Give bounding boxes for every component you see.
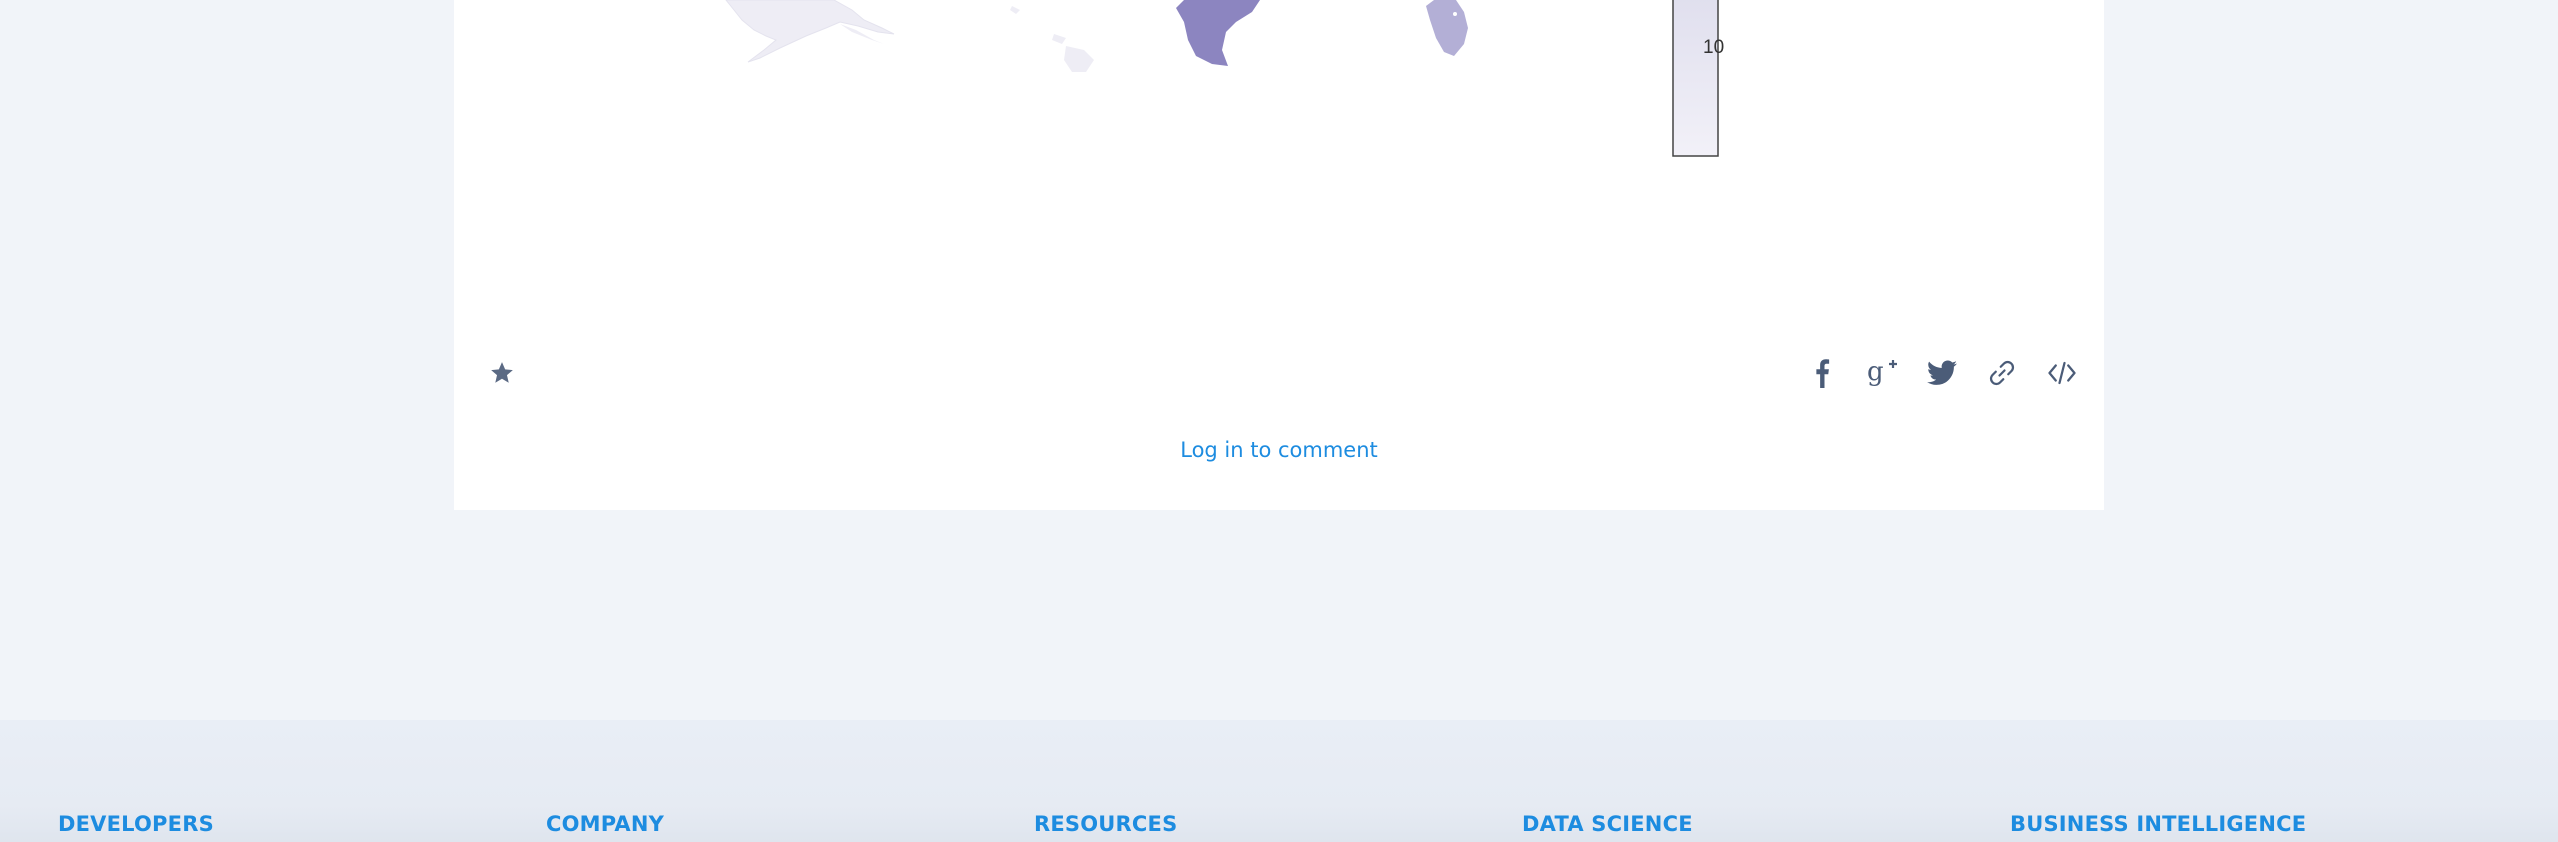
link-icon (1989, 360, 2015, 386)
login-to-comment-link[interactable]: Log in to comment (454, 438, 2104, 462)
chart-card: 10 g Log in to comment (454, 0, 2104, 510)
colorbar-tick-label: 10 (1703, 37, 1724, 58)
map-canvas: 10 (725, 0, 1724, 157)
share-buttons: g (1802, 353, 2082, 393)
region-florida (1426, 0, 1468, 56)
color-scale-bar: 10 (1672, 0, 1724, 157)
facebook-icon (1816, 359, 1830, 388)
star-icon (491, 362, 513, 383)
choropleth-map: 10 (454, 0, 2104, 320)
favorite-button[interactable] (482, 353, 522, 393)
share-google-plus-button[interactable]: g (1862, 353, 1902, 393)
region-hawaii-mid (1052, 34, 1066, 44)
chart-action-bar: g (454, 345, 2104, 399)
footer-heading-business-intelligence[interactable]: BUSINESS INTELLIGENCE (2010, 812, 2306, 836)
footer-heading-resources[interactable]: RESOURCES (1034, 812, 1177, 836)
region-hawaii-big (1064, 46, 1094, 72)
svg-text:g: g (1867, 358, 1884, 387)
region-alaska (725, 0, 895, 63)
footer-heading-data-science[interactable]: DATA SCIENCE (1522, 812, 1693, 836)
copy-link-button[interactable] (1982, 353, 2022, 393)
florida-keys-marker (1453, 12, 1457, 16)
embed-code-icon (2048, 361, 2076, 385)
region-hawaii-small (1010, 6, 1020, 14)
footer-heading-developers[interactable]: DEVELOPERS (58, 812, 214, 836)
page: 10 g Log in to comment DEVELOPERS COMPAN… (0, 0, 2558, 842)
embed-code-button[interactable] (2042, 353, 2082, 393)
share-facebook-button[interactable] (1802, 353, 1842, 393)
twitter-icon (1927, 360, 1957, 385)
site-footer: DEVELOPERS COMPANY RESOURCES DATA SCIENC… (0, 720, 2558, 842)
region-texas (1176, 0, 1260, 66)
google-plus-icon: g (1867, 358, 1897, 387)
footer-heading-company[interactable]: COMPANY (546, 812, 664, 836)
share-twitter-button[interactable] (1922, 353, 1962, 393)
